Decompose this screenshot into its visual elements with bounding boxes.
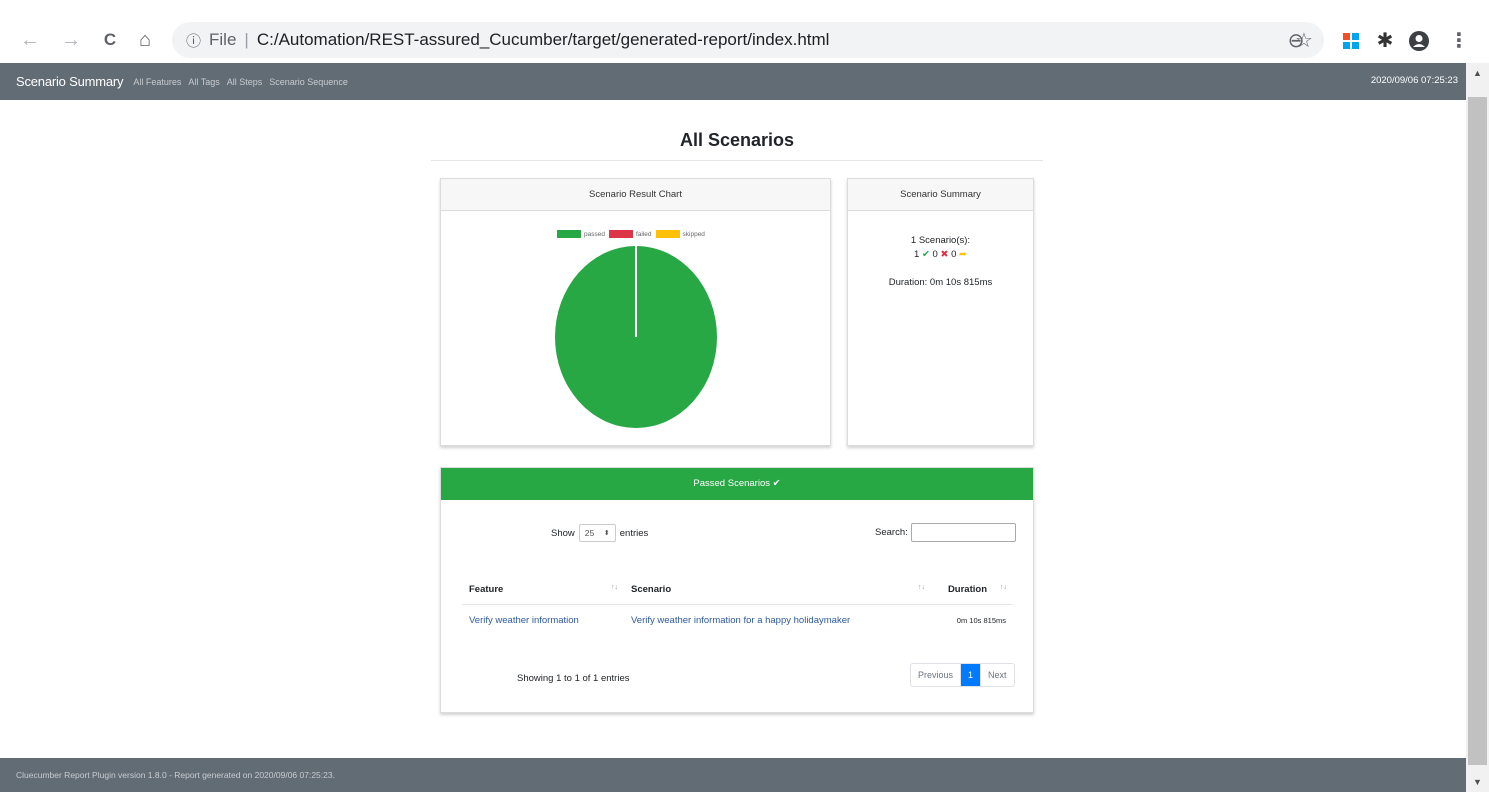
chart-card-title: Scenario Result Chart bbox=[441, 179, 830, 211]
scenario-summary-card: Scenario Summary 1 Scenario(s): 1 ✔ 0 ✖ … bbox=[847, 178, 1034, 446]
scroll-down-arrow-icon[interactable]: ▼ bbox=[1466, 772, 1489, 792]
nav-scenario-sequence[interactable]: Scenario Sequence bbox=[269, 77, 348, 87]
scroll-thumb[interactable] bbox=[1468, 97, 1487, 765]
legend-item-skipped[interactable]: skipped bbox=[655, 230, 705, 238]
profile-icon[interactable] bbox=[1405, 27, 1433, 60]
report-date: 2020/09/06 07:25:23 bbox=[1370, 75, 1458, 86]
table-row: Verify weather information Verify weathe… bbox=[462, 605, 1013, 637]
page-footer: Cluecumber Report Plugin version 1.8.0 -… bbox=[0, 758, 1466, 792]
column-header-scenario[interactable]: Scenario ↑↓ bbox=[624, 578, 931, 605]
back-icon[interactable]: ← bbox=[16, 26, 44, 54]
feature-cell: Verify weather information bbox=[462, 605, 624, 637]
search-control: Search: bbox=[875, 523, 1016, 542]
check-icon: ✔ bbox=[921, 249, 930, 260]
search-label: Search: bbox=[875, 527, 908, 538]
legend-item-passed[interactable]: passed bbox=[557, 230, 605, 238]
legend-label-skipped: skipped bbox=[682, 230, 705, 238]
legend-swatch-skipped bbox=[655, 230, 680, 238]
sort-icon: ↑↓ bbox=[611, 584, 618, 591]
chart-legend: passed failed skipped bbox=[557, 230, 709, 238]
column-header-label: Feature bbox=[469, 584, 504, 595]
nav-all-steps[interactable]: All Steps bbox=[227, 77, 263, 87]
column-header-feature[interactable]: Feature ↑↓ bbox=[462, 578, 624, 605]
home-icon[interactable]: ⌂ bbox=[131, 26, 159, 54]
page-scrollbar[interactable]: ▲ ▼ bbox=[1466, 63, 1489, 792]
info-icon[interactable]: ⓘ bbox=[186, 30, 201, 51]
column-header-duration[interactable]: Duration ↑↓ bbox=[931, 578, 1013, 605]
feature-link[interactable]: Verify weather information bbox=[469, 615, 579, 626]
scenario-count: 1 Scenario(s): bbox=[910, 235, 971, 246]
browser-toolbar: ← → C ⌂ ⓘ File | C:/Automation/REST-assu… bbox=[0, 0, 1489, 63]
sort-icon: ↑↓ bbox=[918, 584, 925, 591]
pagination-page-1[interactable]: 1 bbox=[960, 664, 981, 686]
column-header-label: Duration bbox=[947, 584, 987, 595]
total-duration: Duration: 0m 10s 815ms bbox=[888, 277, 993, 288]
bookmark-star-icon[interactable]: ☆ bbox=[1290, 27, 1318, 55]
url-scheme: File bbox=[209, 30, 237, 49]
skipped-count: 0 bbox=[951, 249, 957, 260]
sort-icon: ↑↓ bbox=[1000, 584, 1007, 591]
table-info: Showing 1 to 1 of 1 entries bbox=[517, 673, 630, 684]
search-input[interactable] bbox=[910, 523, 1016, 542]
scroll-up-arrow-icon[interactable]: ▲ bbox=[1466, 63, 1489, 83]
cross-icon: ✖ bbox=[940, 249, 949, 260]
pagination: Previous 1 Next bbox=[910, 663, 1015, 687]
app-navbar: Scenario Summary All Features All Tags A… bbox=[0, 63, 1466, 100]
legend-label-failed: failed bbox=[635, 230, 652, 238]
legend-swatch-failed bbox=[608, 230, 633, 238]
nav-all-features[interactable]: All Features bbox=[133, 77, 181, 87]
scenario-result-chart-card: Scenario Result Chart passed failed skip… bbox=[440, 178, 831, 446]
scenario-link[interactable]: Verify weather information for a happy h… bbox=[631, 615, 850, 626]
reload-icon[interactable]: C bbox=[96, 26, 124, 54]
page-length-value: 25 bbox=[584, 528, 595, 538]
status-counts: 1 ✔ 0 ✖ 0 ➦ bbox=[848, 249, 1033, 261]
show-label: Show bbox=[551, 527, 575, 539]
windows-extension-icon[interactable] bbox=[1337, 27, 1365, 57]
scenario-cell: Verify weather information for a happy h… bbox=[624, 605, 931, 637]
page-length-select[interactable]: 25 ⬍ bbox=[578, 524, 616, 542]
footer-text: Cluecumber Report Plugin version 1.8.0 -… bbox=[16, 770, 335, 780]
column-header-label: Scenario bbox=[631, 584, 672, 595]
passed-count: 1 bbox=[914, 249, 920, 260]
legend-label-passed: passed bbox=[584, 230, 605, 238]
pagination-next[interactable]: Next bbox=[980, 664, 1014, 686]
url-separator: | bbox=[244, 30, 249, 49]
entries-label: entries bbox=[619, 527, 649, 539]
title-divider bbox=[431, 160, 1043, 161]
summary-body: 1 Scenario(s): 1 ✔ 0 ✖ 0 ➦ Duration: 0m … bbox=[848, 211, 1033, 289]
passed-scenarios-title: Passed Scenarios ✔ bbox=[441, 468, 1033, 500]
nav-all-tags[interactable]: All Tags bbox=[188, 77, 219, 87]
address-bar[interactable]: ⓘ File | C:/Automation/REST-assured_Cucu… bbox=[172, 22, 1324, 58]
summary-card-title: Scenario Summary bbox=[848, 179, 1033, 211]
skip-arrow-icon: ➦ bbox=[959, 249, 967, 260]
legend-item-failed[interactable]: failed bbox=[608, 230, 652, 238]
legend-swatch-passed bbox=[557, 230, 581, 238]
menu-icon[interactable]: ⋮ bbox=[1445, 27, 1473, 55]
scenario-pie-chart[interactable] bbox=[554, 245, 718, 429]
passed-scenarios-card: Passed Scenarios ✔ Show 25 ⬍ entries Sea… bbox=[440, 467, 1034, 713]
forward-icon[interactable]: → bbox=[57, 26, 85, 54]
scenarios-table: Feature ↑↓ Scenario ↑↓ Duration ↑↓ Verif… bbox=[462, 578, 1013, 636]
duration-cell: 0m 10s 815ms bbox=[956, 616, 1006, 625]
extensions-puzzle-icon[interactable]: ✱ bbox=[1371, 27, 1399, 55]
page-title: All Scenarios bbox=[679, 130, 795, 150]
url-text[interactable]: C:/Automation/REST-assured_Cucumber/targ… bbox=[257, 30, 830, 50]
page-length-control: Show 25 ⬍ entries bbox=[551, 524, 648, 542]
failed-count: 0 bbox=[932, 249, 938, 260]
select-arrows-icon: ⬍ bbox=[603, 530, 610, 537]
pagination-previous[interactable]: Previous bbox=[911, 664, 960, 686]
navbar-brand[interactable]: Scenario Summary bbox=[16, 74, 124, 89]
